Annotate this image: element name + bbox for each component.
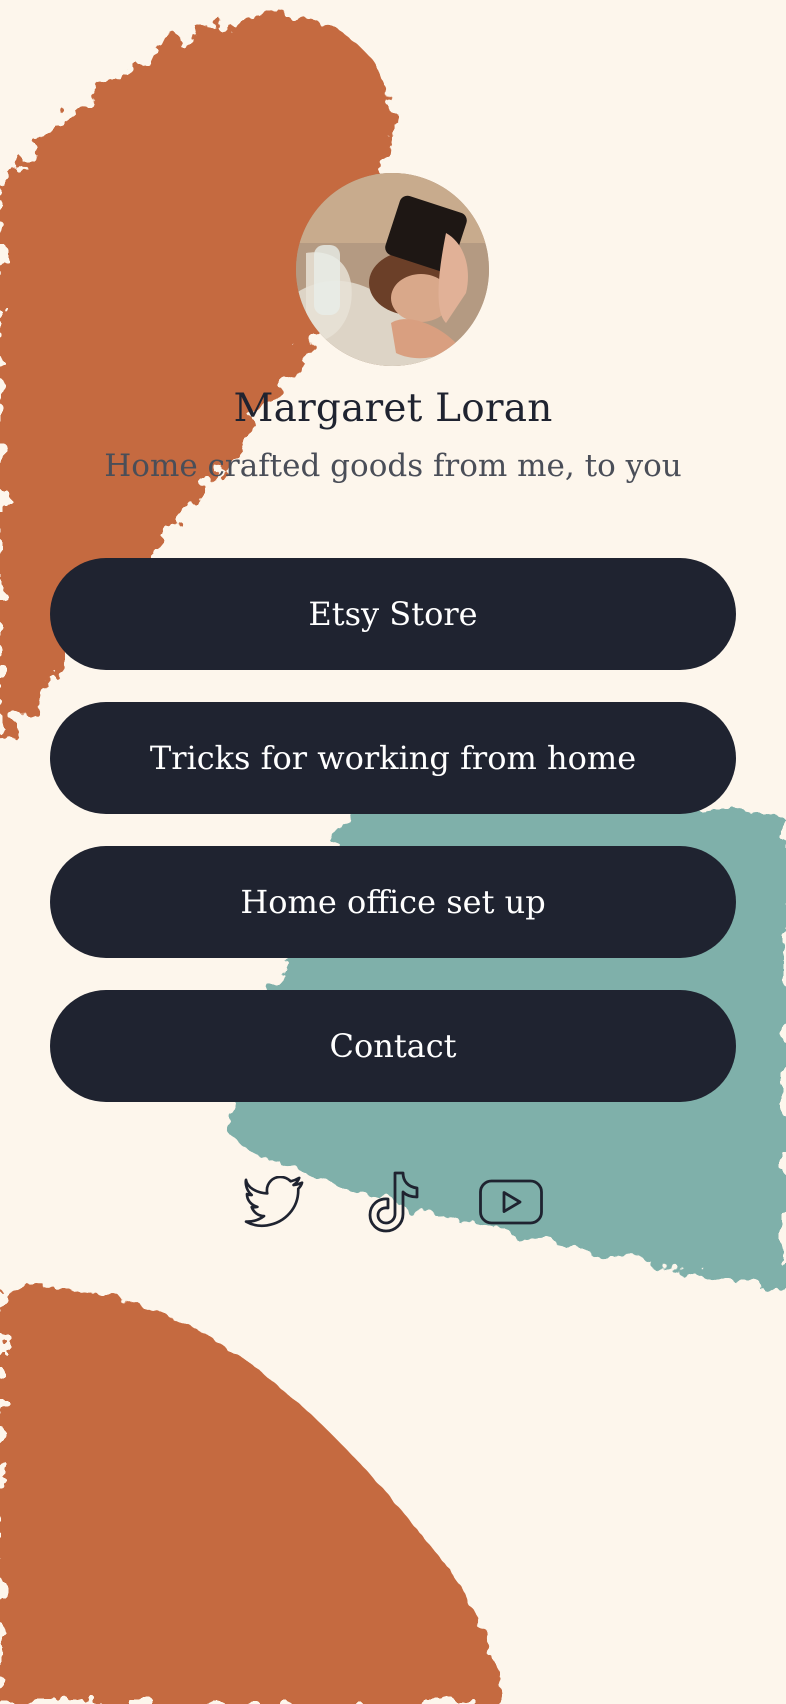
link-button-working-from-home-tricks[interactable]: Tricks for working from home — [50, 702, 736, 814]
social-links — [0, 1168, 786, 1236]
avatar — [296, 173, 489, 366]
avatar-photo — [296, 173, 489, 366]
twitter-icon — [244, 1176, 304, 1228]
twitter-link[interactable] — [241, 1168, 309, 1236]
youtube-link[interactable] — [477, 1168, 545, 1236]
link-button-etsy-store[interactable]: Etsy Store — [50, 558, 736, 670]
youtube-icon — [479, 1179, 543, 1225]
link-button-home-office-setup[interactable]: Home office set up — [50, 846, 736, 958]
tiktok-link[interactable] — [359, 1168, 427, 1236]
link-list: Etsy Store Tricks for working from home … — [50, 558, 736, 1134]
tiktok-icon — [368, 1171, 419, 1233]
profile-name: Margaret Loran — [233, 386, 553, 431]
profile-bio: Home crafted goods from me, to you — [104, 448, 682, 484]
profile-page: Margaret Loran Home crafted goods from m… — [0, 0, 786, 1704]
link-button-contact[interactable]: Contact — [50, 990, 736, 1102]
